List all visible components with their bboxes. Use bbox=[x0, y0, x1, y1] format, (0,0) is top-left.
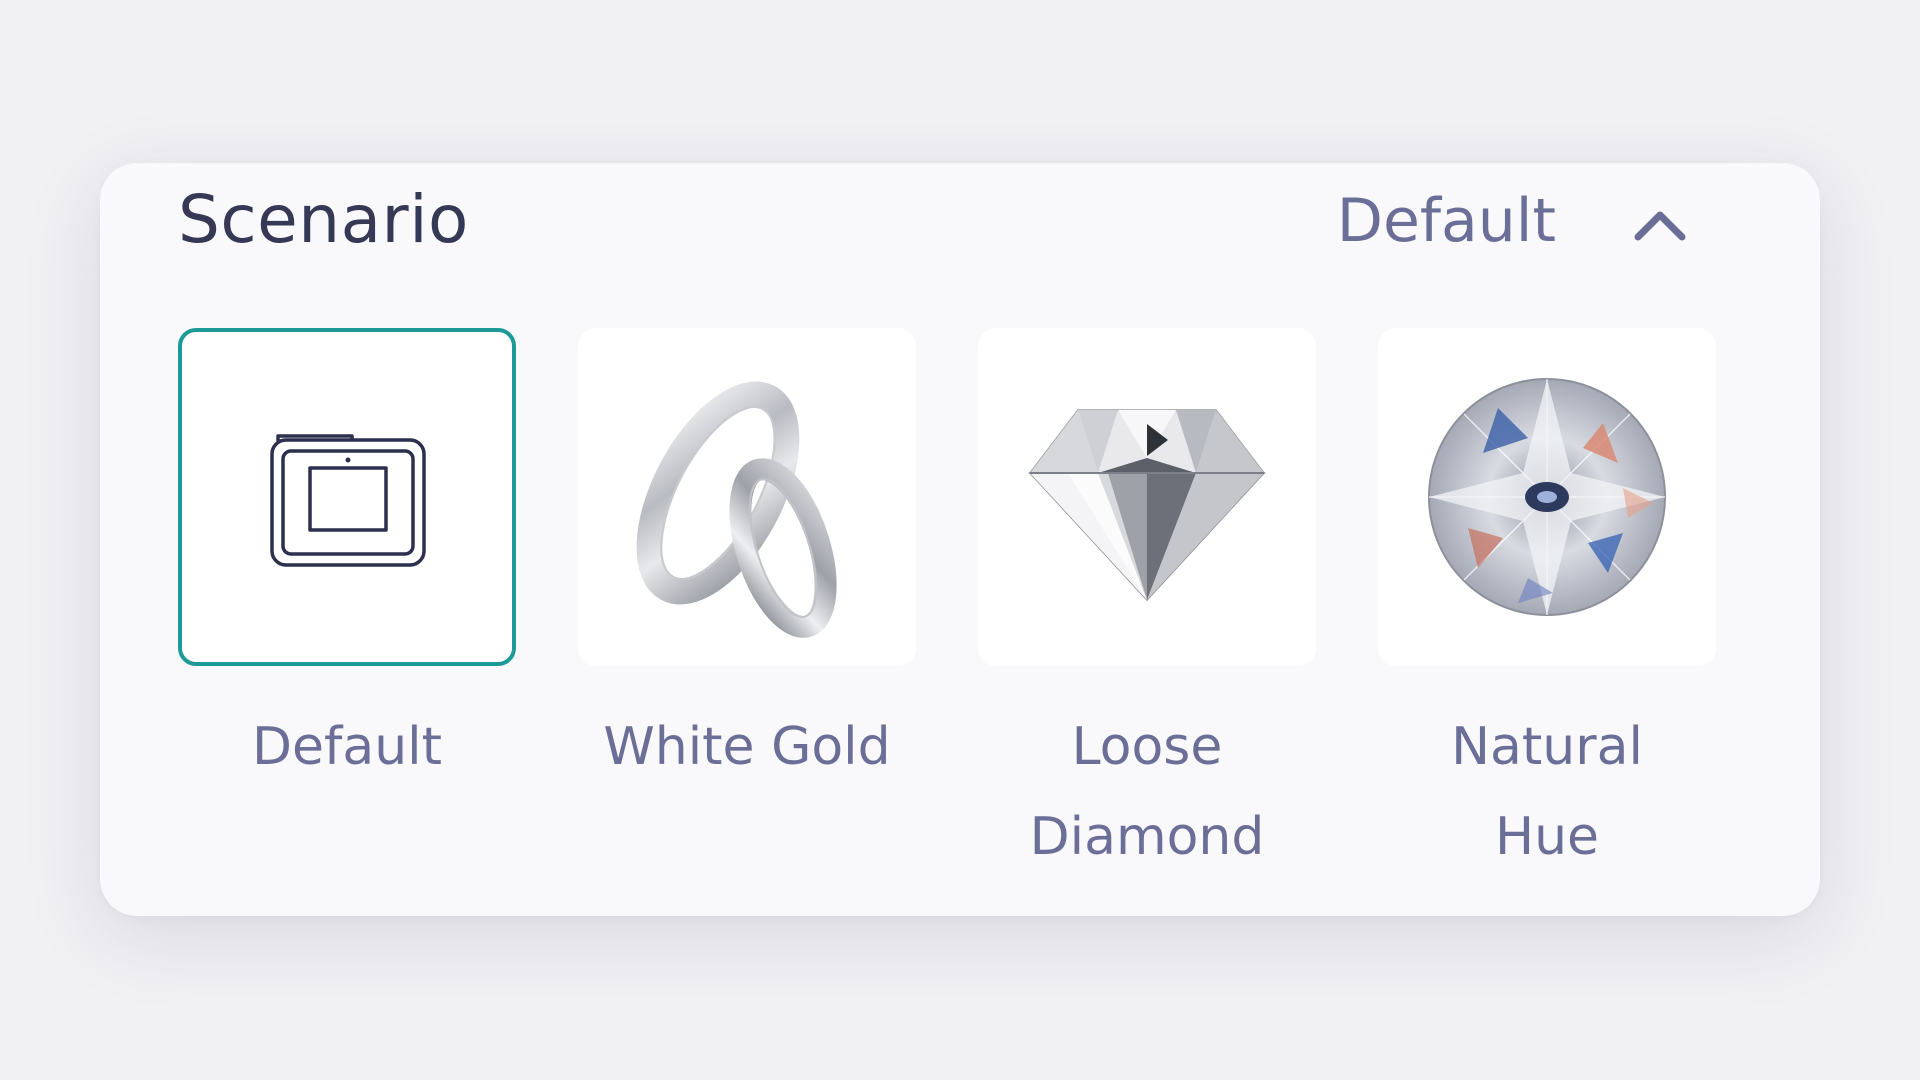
device-frame-icon bbox=[270, 434, 426, 567]
scenario-label: White Gold bbox=[603, 717, 891, 777]
scenario-label: Loose Diamond bbox=[1029, 717, 1265, 867]
scenario-panel: Scenario Default Default White Gold Loos… bbox=[100, 163, 1820, 916]
scenario-thumbnail bbox=[578, 328, 916, 666]
scenario-label: Natural Hue bbox=[1451, 717, 1643, 867]
scenario-thumbnail bbox=[978, 328, 1316, 666]
scenario-option-natural-hue[interactable]: Natural Hue bbox=[1378, 328, 1716, 882]
diamond-top-image bbox=[1428, 378, 1666, 616]
scenario-thumbnail bbox=[178, 328, 516, 666]
panel-title: Scenario bbox=[178, 181, 469, 258]
selected-scenario-value[interactable]: Default bbox=[1337, 191, 1556, 251]
collapse-button[interactable] bbox=[1620, 199, 1700, 253]
scenario-option-loose-diamond[interactable]: Loose Diamond bbox=[978, 328, 1316, 882]
ring-pair-image bbox=[636, 381, 837, 638]
chevron-up-icon bbox=[1634, 211, 1686, 241]
scenario-label: Default bbox=[252, 717, 442, 777]
scenario-option-white-gold[interactable]: White Gold bbox=[578, 328, 916, 792]
scenario-options: Default White Gold Loose Diamond Natural… bbox=[178, 328, 1718, 888]
scenario-option-default[interactable]: Default bbox=[178, 328, 516, 792]
diamond-side-image bbox=[1028, 409, 1266, 602]
scenario-thumbnail bbox=[1378, 328, 1716, 666]
